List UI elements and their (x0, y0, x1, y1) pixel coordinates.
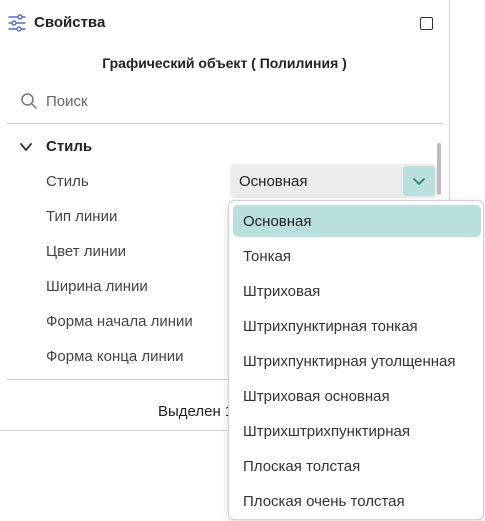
dropdown-option-main[interactable]: Основная (233, 205, 481, 237)
dropdown-option-flat-thick[interactable]: Плоская толстая (233, 450, 481, 482)
sliders-icon (8, 14, 26, 32)
window-toggle-icon[interactable] (420, 17, 433, 30)
scrollbar[interactable] (437, 143, 441, 195)
style-select[interactable]: Основная (230, 164, 437, 198)
dropdown-option-dashed-main[interactable]: Штриховая основная (233, 380, 481, 412)
search-input[interactable] (46, 90, 426, 112)
dropdown-option-flat-very-thick[interactable]: Плоская очень толстая (233, 485, 481, 517)
object-title: Графический объект ( Полилиния ) (102, 55, 347, 71)
search-icon (21, 93, 37, 109)
chevron-down-icon (20, 143, 32, 151)
dropdown-option-dashdot-thin[interactable]: Штрихпунктирная тонкая (233, 310, 481, 342)
property-label-style: Стиль (46, 173, 89, 190)
property-label-line-width: Ширина линии (46, 278, 148, 295)
property-label-line-end: Форма конца линии (46, 348, 184, 365)
dropdown-option-dashdot-thick[interactable]: Штрихпунктирная утолщенная (233, 345, 481, 377)
chevron-down-icon (413, 178, 425, 185)
style-dropdown: Основная Тонкая Штриховая Штрихпунктирна… (228, 200, 484, 520)
panel-header: Свойства (0, 0, 449, 46)
dropdown-option-dashed[interactable]: Штриховая (233, 275, 481, 307)
style-select-toggle[interactable] (403, 166, 435, 196)
group-label: Стиль (46, 138, 93, 155)
panel-title: Свойства (34, 14, 106, 31)
property-label-line-type: Тип линии (46, 208, 118, 225)
dropdown-option-dash-dash-dot[interactable]: Штрихштрихпунктирная (233, 415, 481, 447)
style-select-value: Основная (239, 173, 308, 190)
property-label-line-color: Цвет линии (46, 243, 126, 260)
property-label-line-start: Форма начала линии (46, 313, 193, 330)
selection-status: Выделен 1 (158, 403, 234, 420)
dropdown-option-thin[interactable]: Тонкая (233, 240, 481, 272)
search-divider (7, 123, 443, 124)
